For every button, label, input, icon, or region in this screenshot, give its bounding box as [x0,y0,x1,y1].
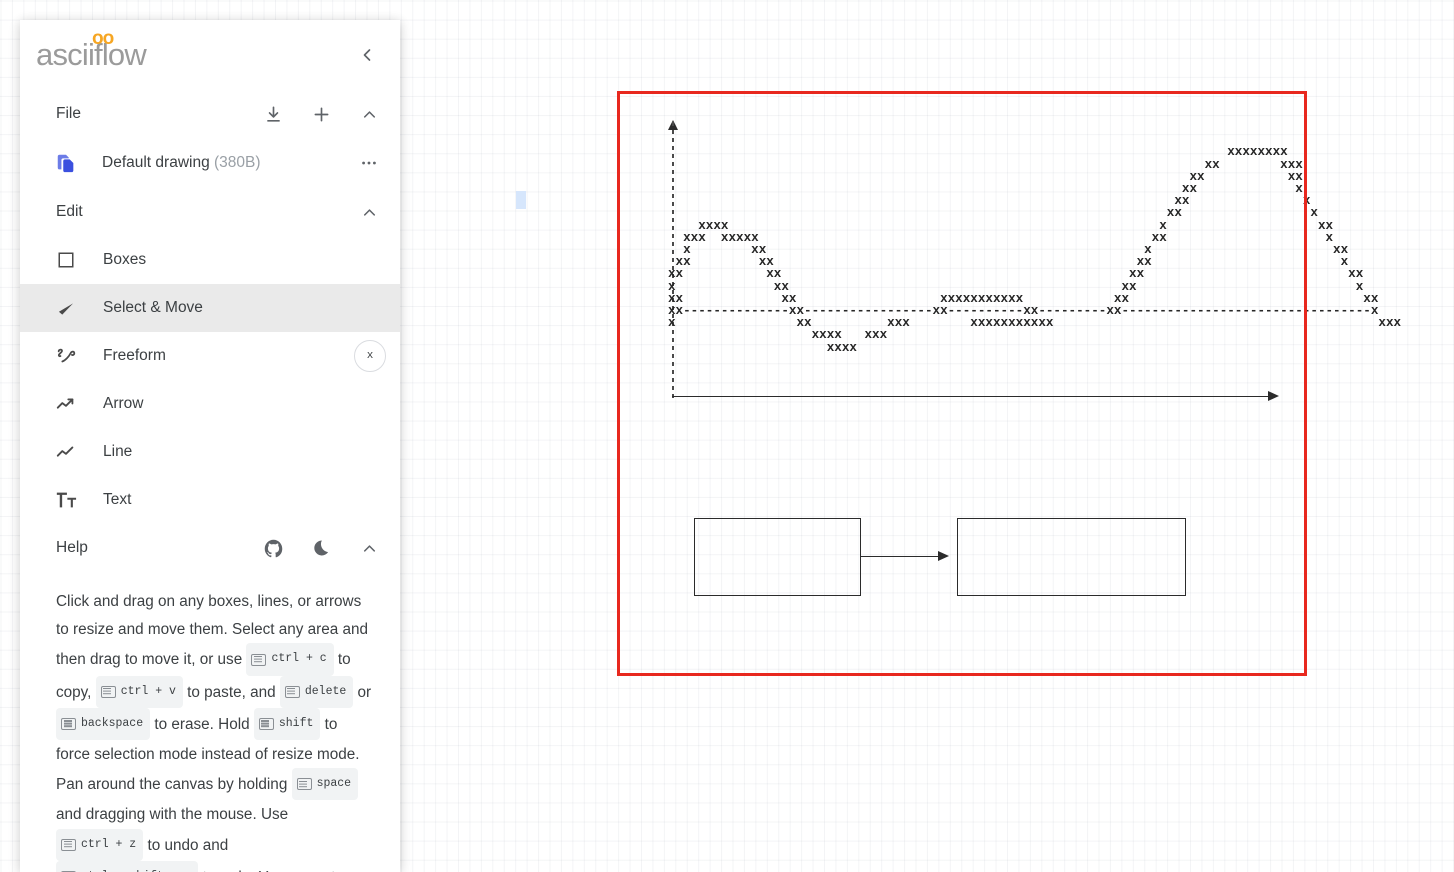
x-axis-arrowhead [1268,391,1279,401]
flow-arrow-line[interactable] [860,556,942,557]
square-glyph [58,252,74,268]
download-icon [266,106,280,122]
github-button[interactable] [256,531,290,565]
asciiflow-logo: asciiflow oo [36,28,147,73]
tool-boxes-label: Boxes [103,251,147,268]
kbd-delete: delete [279,675,354,708]
tool-line-label: Line [103,443,133,460]
arrow-icon [54,392,78,416]
keyboard-icon [61,838,76,851]
file-name: Default drawing (380B) [102,154,352,172]
edit-section-collapse-button[interactable] [352,195,386,229]
tool-freeform[interactable]: Freeform x [20,332,400,380]
line-icon [54,440,78,464]
text-cursor [516,191,526,209]
tool-freeform-label: Freeform [103,347,166,364]
file-section-header: File [20,90,400,138]
square-icon [54,248,78,272]
kbd-backspace-label: backspace [81,716,144,730]
help-p5: to erase. Hold [150,715,254,733]
help-p7: and dragging with the mouse. Use [56,806,289,824]
chevron-up-icon [363,208,375,216]
kbd-ctrl-shift-z-label: ctrl + shift + z [81,863,191,872]
file-name-text: Default drawing [102,154,210,171]
keyboard-icon [61,717,76,730]
logo-infinity-icon: oo [92,28,114,49]
text-icon [54,488,78,512]
tool-freeform-shortcut[interactable]: x [354,340,386,372]
cursor-icon [54,296,78,320]
file-copy-icon [54,151,78,175]
ascii-art-text: xxxxxxxx xx xxx xx xx xx x xx x xx x xxx… [668,145,1402,355]
x-axis-line [672,396,1276,397]
file-size: (380B) [214,154,261,171]
kbd-space-label: space [316,777,352,791]
tool-text[interactable]: Text [20,476,400,524]
file-list-item-default-drawing[interactable]: Default drawing (380B) [20,138,400,188]
help-text-body: Click and drag on any boxes, lines, or a… [20,572,400,872]
kbd-space: space [291,768,359,801]
file-copy-glyph [57,154,74,173]
github-icon [264,539,282,557]
chevron-up-icon [363,110,375,118]
keyboard-icon [100,685,116,698]
collapse-sidebar-button[interactable] [350,38,384,72]
edit-section-title: Edit [56,203,83,220]
kbd-delete-label: delete [304,684,347,698]
tool-select-and-move-label: Select & Move [103,299,203,316]
kbd-shift-label: shift [278,716,314,730]
help-p4: or [353,683,372,701]
kbd-ctrl-v: ctrl + v [95,675,183,708]
plus-icon [314,107,328,121]
arrow-glyph [56,398,74,409]
download-button[interactable] [256,97,290,131]
more-horizontal-icon [362,161,376,165]
freeform-icon [54,344,78,368]
keyboard-icon [258,717,274,730]
tool-line[interactable]: Line [20,428,400,476]
help-p3: to paste, and [182,683,280,701]
keyboard-icon [284,685,300,698]
moon-icon [314,540,329,556]
tool-boxes[interactable]: Boxes [20,236,400,284]
edit-section-header: Edit [20,188,400,236]
kbd-backspace: backspace [56,707,151,741]
help-section-header: Help [20,524,400,572]
tool-text-label: Text [103,491,132,508]
chevron-left-icon [363,49,371,61]
logo-text-part1: asci [36,37,89,72]
tool-arrow[interactable]: Arrow [20,380,400,428]
dark-mode-button[interactable] [304,531,338,565]
text-glyph [56,492,77,508]
file-section-title: File [56,105,81,122]
ascii-art-wave[interactable]: xxxxxxxx xx xxx xx xx xx x xx x xx x xxx… [668,122,1401,378]
sidebar-panel: asciiflow oo File Default drawing (380B)… [20,20,400,872]
sidebar-header: asciiflow oo [20,20,400,90]
kbd-shift: shift [253,707,321,741]
kbd-ctrl-shift-z: ctrl + shift + z [56,860,199,872]
kbd-ctrl-v-label: ctrl + v [120,684,176,698]
kbd-ctrl-c-label: ctrl + c [271,652,327,666]
line-glyph [56,446,74,457]
file-menu-button[interactable] [352,146,386,180]
flow-box-right[interactable] [957,518,1186,596]
flow-arrow-head [938,551,949,561]
keyboard-icon [251,653,267,666]
kbd-ctrl-c: ctrl + c [246,643,334,676]
chevron-up-icon [363,544,375,552]
flow-box-left[interactable] [694,518,861,596]
tool-arrow-label: Arrow [103,395,144,412]
tool-select-and-move[interactable]: Select & Move [20,284,400,332]
freeform-glyph [57,348,76,363]
help-p8: to undo and [143,836,229,854]
kbd-ctrl-z-label: ctrl + z [81,837,137,851]
keyboard-icon [296,778,312,791]
asciiflow-app: xxxxxxxx xx xxx xx xx xx x xx x xx x xxx… [0,0,1454,872]
file-section-collapse-button[interactable] [352,97,386,131]
cursor-glyph [58,303,74,315]
kbd-ctrl-z: ctrl + z [56,828,144,861]
help-section-title: Help [56,539,88,556]
help-section-collapse-button[interactable] [352,531,386,565]
new-drawing-button[interactable] [304,97,338,131]
